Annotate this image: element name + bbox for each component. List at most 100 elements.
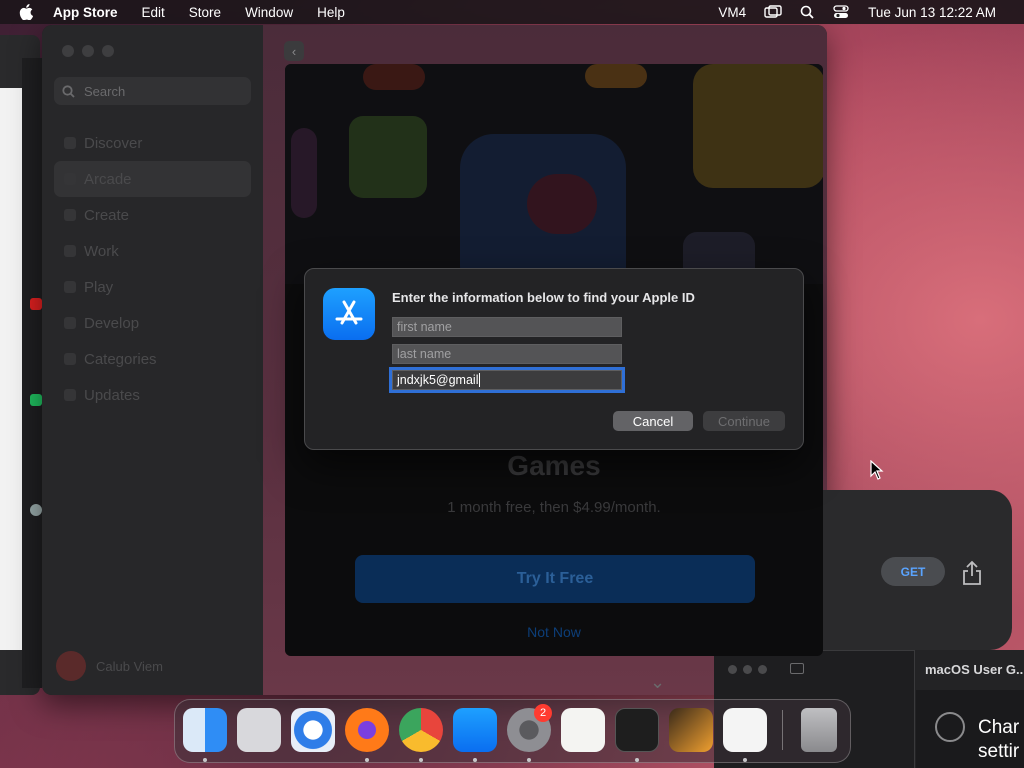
sidebar-item-discover[interactable]: Discover [54, 125, 251, 161]
not-now-link[interactable]: Not Now [285, 624, 823, 640]
running-indicator [419, 758, 423, 762]
menu-store[interactable]: Store [177, 0, 233, 24]
safari-icon[interactable] [291, 708, 335, 752]
discover-icon [64, 137, 76, 149]
status-user-label[interactable]: VM4 [708, 5, 756, 20]
menu-bar: App Store Edit Store Window Help VM4 Tue… [0, 0, 1024, 24]
guide-text-line: settir [978, 741, 1020, 762]
first-name-field[interactable]: first name [392, 317, 622, 337]
guide-window-title: macOS User G... [925, 662, 1024, 677]
last-name-placeholder: last name [397, 347, 452, 361]
dock-separator [782, 710, 783, 750]
develop-icon [64, 317, 76, 329]
sidebar: Search Discover Arcade Create Work Play … [42, 25, 263, 695]
first-name-placeholder: first name [397, 320, 452, 334]
close-window-button[interactable] [728, 665, 737, 674]
last-name-field[interactable]: last name [392, 344, 622, 364]
sidebar-toggle-icon[interactable] [790, 663, 804, 674]
menu-help[interactable]: Help [305, 0, 357, 24]
sidebar-item-label: Create [84, 206, 130, 224]
sidebar-item-create[interactable]: Create [54, 197, 251, 233]
running-indicator [527, 758, 531, 762]
trash-icon[interactable] [801, 708, 837, 752]
dialog-title: Enter the information below to find your… [392, 290, 695, 305]
guide-text: Char settir [978, 716, 1019, 764]
gear-icon [935, 712, 965, 742]
spotlight-search-icon[interactable] [790, 5, 824, 19]
close-window-button[interactable] [62, 45, 74, 57]
sidebar-nav: Discover Arcade Create Work Play Develop… [54, 125, 251, 413]
zoom-window-button[interactable] [102, 45, 114, 57]
cancel-button[interactable]: Cancel [613, 411, 693, 431]
textedit-icon[interactable] [561, 708, 605, 752]
play-icon [64, 281, 76, 293]
sidebar-item-label: Updates [84, 386, 140, 404]
categories-icon [64, 353, 76, 365]
updates-icon [64, 389, 76, 401]
notification-badge: 2 [534, 704, 552, 722]
sidebar-item-label: Discover [84, 134, 143, 152]
search-field[interactable]: Search [54, 77, 251, 105]
dock [174, 699, 851, 763]
sidebar-item-work[interactable]: Work [54, 233, 251, 269]
clock-datetime[interactable]: Tue Jun 13 12:22 AM [858, 5, 1006, 20]
email-field[interactable]: jndxjk5@gmail [389, 367, 625, 393]
account-button[interactable]: Calub Viem [56, 651, 163, 681]
create-icon [64, 209, 76, 221]
finder-icon[interactable] [183, 708, 227, 752]
terminal-icon[interactable] [615, 708, 659, 752]
sidebar-item-play[interactable]: Play [54, 269, 251, 305]
sidebar-item-label: Work [84, 242, 119, 260]
apple-logo-icon[interactable] [19, 4, 33, 20]
app-store-icon[interactable] [453, 708, 497, 752]
background-window-content [0, 88, 22, 650]
app-icon [30, 394, 42, 406]
get-button[interactable]: GET [881, 557, 945, 586]
back-button[interactable]: ‹ [284, 41, 304, 61]
launchpad-icon[interactable] [237, 708, 281, 752]
running-indicator [473, 758, 477, 762]
vscode-icon[interactable] [723, 708, 767, 752]
arcade-price-subtitle: 1 month free, then $4.99/month. [447, 499, 661, 516]
share-icon[interactable] [961, 560, 983, 586]
sidebar-item-develop[interactable]: Develop [54, 305, 251, 341]
zoom-window-button[interactable] [758, 665, 767, 674]
running-indicator [743, 758, 747, 762]
sidebar-item-label: Play [84, 278, 114, 296]
sidebar-item-updates[interactable]: Updates [54, 377, 251, 413]
app-store-icon [323, 288, 375, 340]
continue-button[interactable]: Continue [703, 411, 785, 431]
menu-window[interactable]: Window [233, 0, 305, 24]
running-indicator [365, 758, 369, 762]
garageband-icon[interactable] [669, 708, 713, 752]
minimize-window-button[interactable] [82, 45, 94, 57]
menu-edit[interactable]: Edit [130, 0, 177, 24]
sidebar-item-label: Categories [84, 350, 157, 368]
work-icon [64, 245, 76, 257]
email-value: jndxjk5@gmail [397, 373, 479, 387]
wordpress-icon [30, 504, 42, 516]
find-apple-id-dialog: Enter the information below to find your… [304, 268, 804, 450]
chevron-left-icon: ‹ [291, 43, 297, 59]
control-center-icon[interactable] [824, 5, 858, 19]
window-controls [728, 665, 767, 674]
screen-mirroring-icon[interactable] [756, 5, 790, 19]
firefox-icon[interactable] [345, 708, 389, 752]
running-indicator [203, 758, 207, 762]
youtube-icon [30, 298, 42, 310]
avatar [56, 651, 86, 681]
arcade-heading: Games [507, 450, 601, 481]
search-placeholder: Search [84, 83, 126, 99]
sidebar-item-label: Arcade [84, 170, 132, 188]
sidebar-item-arcade[interactable]: Arcade [54, 161, 251, 197]
window-controls [62, 45, 114, 57]
chevron-down-icon[interactable]: ⌄ [650, 672, 665, 693]
menu-app-name[interactable]: App Store [51, 0, 130, 24]
try-it-free-button[interactable]: Try It Free [355, 555, 755, 603]
sidebar-item-label: Develop [84, 314, 140, 332]
chrome-icon[interactable] [399, 708, 443, 752]
minimize-window-button[interactable] [743, 665, 752, 674]
arcade-icon [64, 173, 76, 185]
mouse-cursor-icon [870, 460, 884, 480]
sidebar-item-categories[interactable]: Categories [54, 341, 251, 377]
